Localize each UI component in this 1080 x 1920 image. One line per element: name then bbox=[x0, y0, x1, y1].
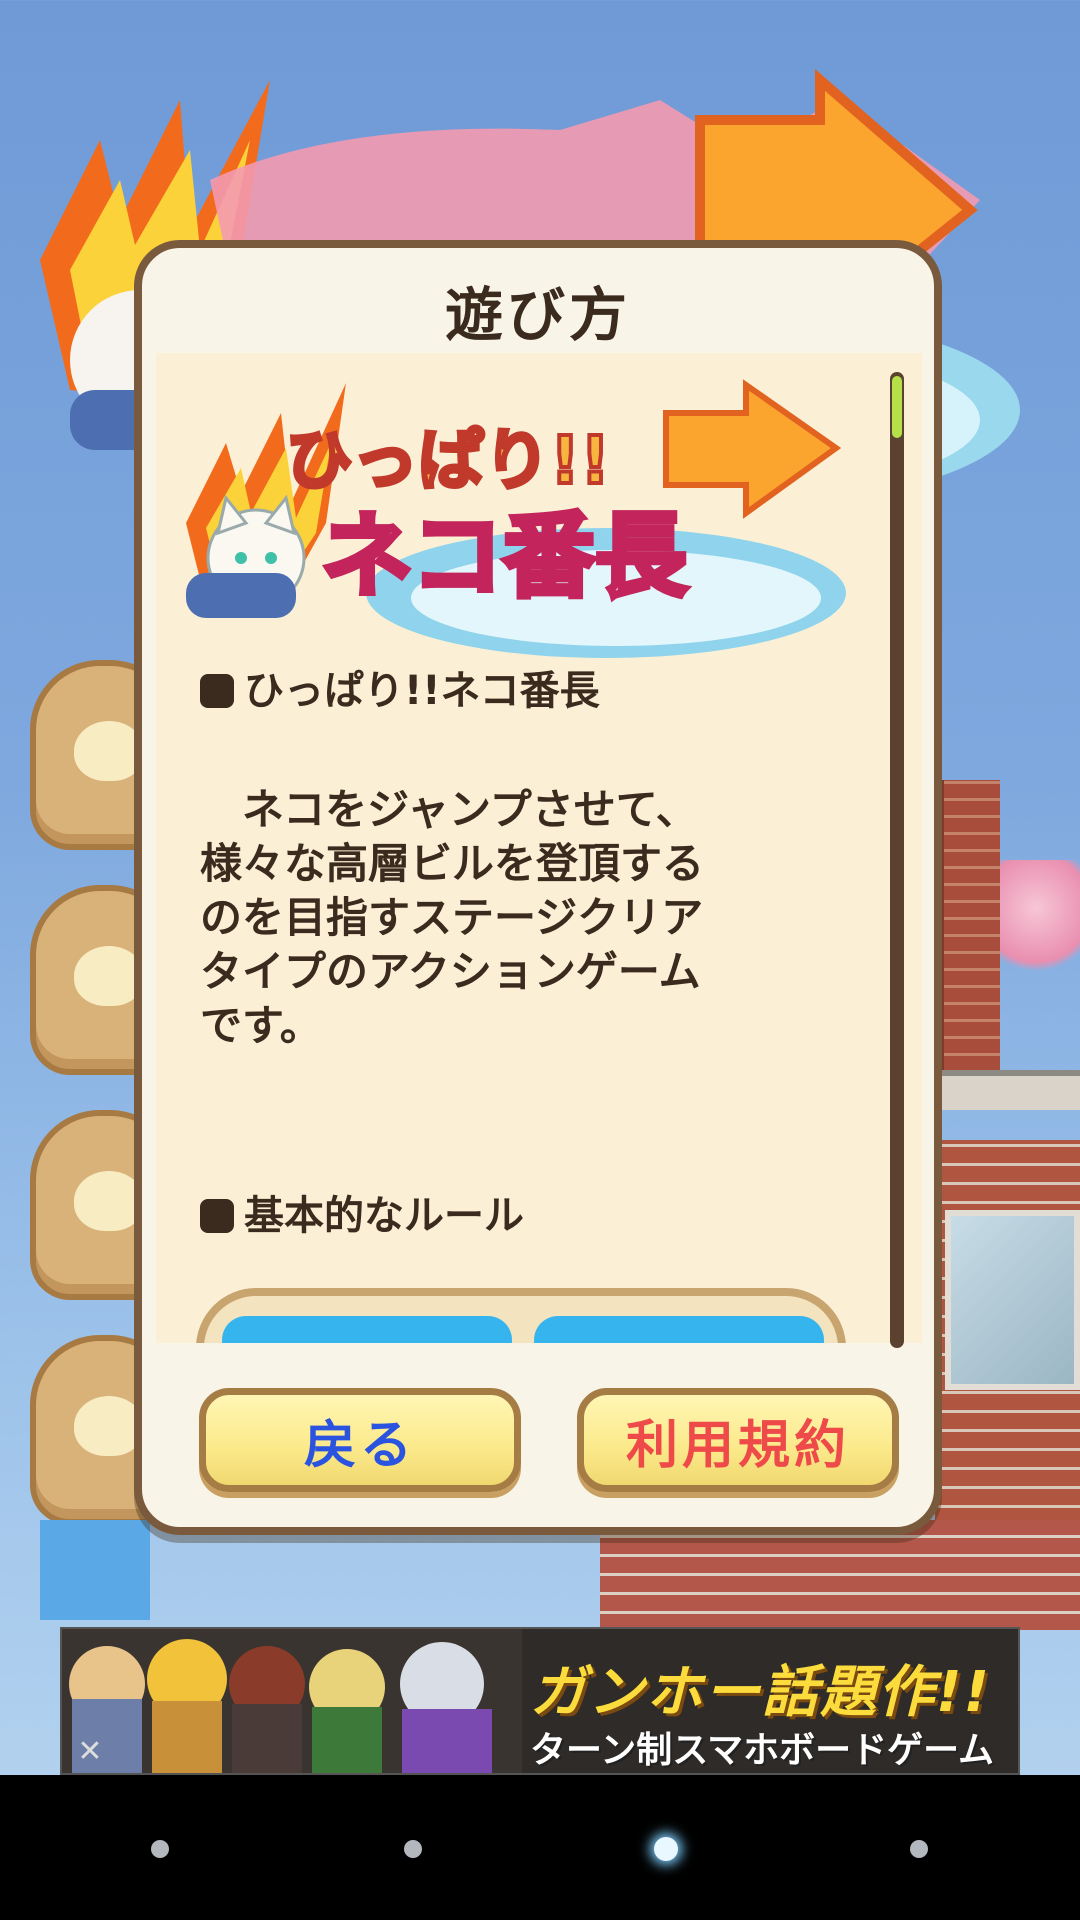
how-to-play-dialog: 遊び方 ひっぱり!! ネコ番長 ひっぱり!!ネコ番長 ネコをジャンプさせて、 様… bbox=[134, 240, 942, 1535]
background-tower bbox=[40, 1520, 150, 1620]
close-icon[interactable]: ✕ bbox=[72, 1734, 108, 1770]
bullet-icon bbox=[200, 1199, 234, 1233]
background-ledge bbox=[940, 1070, 1080, 1110]
page-dot[interactable] bbox=[404, 1840, 422, 1858]
game-logo: ひっぱり!! ネコ番長 bbox=[186, 379, 846, 658]
section-title-overview: ひっぱり!!ネコ番長 bbox=[200, 658, 600, 716]
overview-description: ネコをジャンプさせて、 様々な高層ビルを登頂する のを目指すステージクリア タイ… bbox=[200, 785, 705, 1050]
bullet-icon bbox=[200, 674, 234, 708]
ad-headline: ガンホー話題作!! bbox=[530, 1660, 992, 1725]
scrollable-content[interactable]: ひっぱり!! ネコ番長 ひっぱり!!ネコ番長 ネコをジャンプさせて、 様々な高層… bbox=[156, 353, 922, 1343]
dialog-title: 遊び方 bbox=[444, 281, 631, 349]
logo-text-line1: ひっぱり!! bbox=[286, 422, 610, 499]
terms-of-use-button[interactable]: 利用規約 bbox=[577, 1388, 899, 1492]
background-lower-building bbox=[600, 1520, 1080, 1630]
rule-card bbox=[534, 1316, 824, 1343]
scrollbar-track[interactable] bbox=[890, 372, 904, 1348]
ad-subline: ターン制スマホボードゲーム bbox=[530, 1730, 995, 1771]
page-dot[interactable] bbox=[151, 1840, 169, 1858]
page-dot[interactable] bbox=[910, 1840, 928, 1858]
logo-text-line2: ネコ番長 bbox=[321, 503, 688, 610]
background-building bbox=[940, 780, 1000, 1070]
rule-card bbox=[222, 1316, 512, 1343]
background-cherry-tree bbox=[1000, 860, 1080, 980]
back-button[interactable]: 戻る bbox=[199, 1388, 521, 1492]
section-title-rules: 基本的なルール bbox=[200, 1183, 524, 1241]
ad-character-art bbox=[62, 1629, 522, 1773]
rules-illustration-frame bbox=[196, 1288, 846, 1343]
ad-banner[interactable]: ✕ ガンホー話題作!! ターン制スマホボードゲーム bbox=[60, 1627, 1020, 1775]
scrollbar-thumb[interactable] bbox=[892, 376, 902, 438]
page-dot-active[interactable] bbox=[654, 1837, 678, 1861]
background-window bbox=[945, 1210, 1080, 1390]
